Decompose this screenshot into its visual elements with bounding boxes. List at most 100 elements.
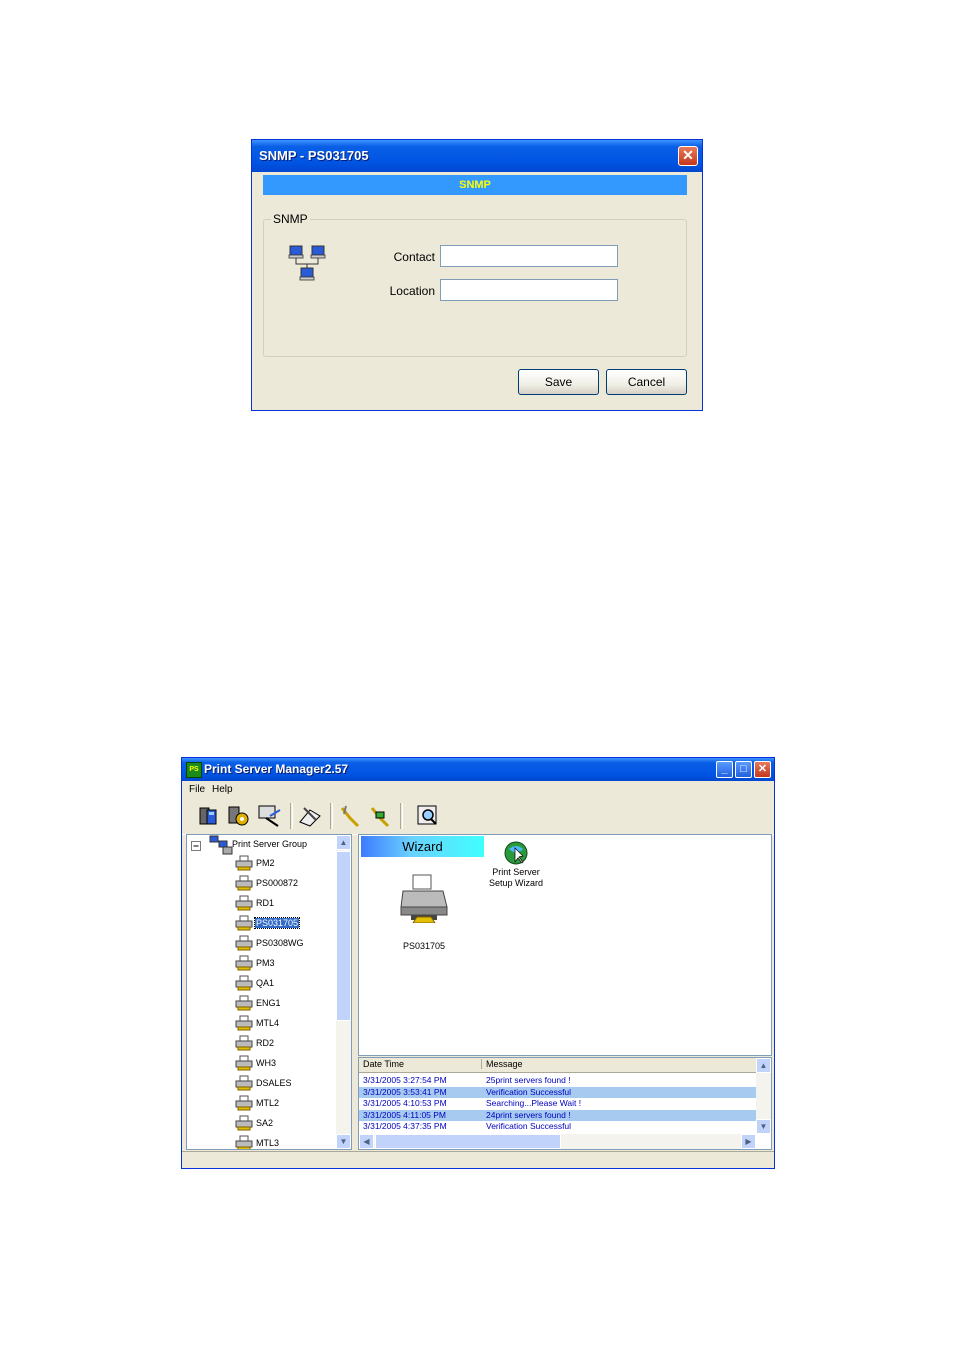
scroll-down-icon[interactable]: ▼ <box>756 1119 771 1134</box>
printer-icon <box>235 1135 253 1149</box>
configure-icon[interactable] <box>224 802 252 830</box>
printer-icon <box>235 915 253 931</box>
dialog-title-bar[interactable]: SNMP - PS031705 ✕ <box>252 140 702 172</box>
printer-icon <box>235 1075 253 1091</box>
log-row[interactable]: 3/31/2005 4:11:05 PM 24print servers foun… <box>359 1109 756 1121</box>
close-icon[interactable]: ✕ <box>754 761 771 778</box>
printer-label[interactable]: PS031705 <box>389 941 459 951</box>
minimize-icon[interactable]: _ <box>716 761 733 778</box>
print-server-tree[interactable]: Print Server Group PM2 PS000872 RD1 PS03170… <box>186 834 352 1150</box>
scroll-thumb[interactable] <box>375 1134 561 1149</box>
app-icon: PS <box>186 762 202 778</box>
printer-icon[interactable] <box>399 873 449 923</box>
scroll-up-icon[interactable]: ▲ <box>756 1058 771 1073</box>
log-time: 3/31/2005 3:53:41 PM <box>363 1086 447 1097</box>
connect-icon[interactable] <box>336 802 364 830</box>
group-label: SNMP <box>271 212 310 226</box>
scroll-down-icon[interactable]: ▼ <box>336 1134 351 1149</box>
disconnect-icon[interactable] <box>366 802 394 830</box>
collapse-icon[interactable] <box>191 841 201 851</box>
dialog-title: SNMP - PS031705 <box>259 148 369 163</box>
printer-icon <box>235 875 253 891</box>
printer-icon <box>235 1095 253 1111</box>
printer-icon <box>235 1115 253 1131</box>
tree-item[interactable]: PS0308WG <box>255 938 305 948</box>
log-vscrollbar[interactable]: ▲ ▼ <box>756 1058 771 1134</box>
column-date-time[interactable]: Date Time <box>363 1059 404 1069</box>
search-network-icon[interactable] <box>256 802 284 830</box>
tree-item[interactable]: MTL3 <box>255 1138 280 1148</box>
tree-item[interactable]: DSALES <box>255 1078 293 1088</box>
snmp-group: SNMP Contact Location <box>263 212 687 357</box>
printer-icon <box>235 955 253 971</box>
tree-item[interactable]: WH3 <box>255 1058 277 1068</box>
cancel-button[interactable]: Cancel <box>606 369 687 395</box>
menu-help[interactable]: Help <box>212 784 233 795</box>
log-message: Searching...Please Wait ! <box>486 1098 582 1108</box>
log-row[interactable]: 3/31/2005 3:27:54 PM 25print servers foun… <box>359 1075 756 1086</box>
toolbar-separator <box>330 803 333 829</box>
log-time: 3/31/2005 3:27:54 PM <box>363 1075 447 1085</box>
log-time: 3/31/2005 4:11:05 PM <box>363 1109 447 1120</box>
tree-item[interactable]: RD2 <box>255 1038 275 1048</box>
log-row[interactable]: 3/31/2005 4:10:53 PM Searching...Please W… <box>359 1098 756 1109</box>
menu-file[interactable]: File <box>189 784 205 795</box>
printer-icon <box>235 855 253 871</box>
location-label: Location <box>389 284 435 298</box>
snmp-banner: SNMP <box>263 175 687 195</box>
scroll-thumb[interactable] <box>336 851 351 1021</box>
network-computers-icon <box>288 245 326 281</box>
tree-root-label[interactable]: Print Server Group <box>232 839 307 849</box>
tree-item[interactable]: MTL4 <box>255 1018 280 1028</box>
printer-icon <box>235 1055 253 1071</box>
content-pane: Wizard Print Server Setup Wizard PS03170… <box>358 834 772 1056</box>
setup-wizard-icon[interactable] <box>503 840 529 866</box>
scroll-up-icon[interactable]: ▲ <box>336 835 351 850</box>
scroll-right-icon[interactable]: ▶ <box>741 1134 756 1149</box>
tree-item[interactable]: MTL2 <box>255 1098 280 1108</box>
printer-icon <box>235 935 253 951</box>
print-server-manager-window: PS Print Server Manager2.57 _ □ ✕ File H… <box>181 757 775 1169</box>
wizard-tab[interactable]: Wizard <box>361 836 484 857</box>
printer-icon <box>235 1035 253 1051</box>
server-group-icon <box>209 835 233 855</box>
window-title: Print Server Manager2.57 <box>204 762 349 776</box>
edit-icon[interactable] <box>296 802 324 830</box>
close-icon[interactable]: ✕ <box>678 146 698 166</box>
tree-item[interactable]: PM3 <box>255 958 276 968</box>
save-button[interactable]: Save <box>518 369 599 395</box>
tree-item[interactable]: PS031705 <box>253 917 301 929</box>
log-row[interactable]: 3/31/2005 3:53:41 PM Verification Success… <box>359 1086 756 1098</box>
toolbar-separator <box>400 803 403 829</box>
status-bar <box>182 1151 774 1168</box>
snmp-dialog: SNMP - PS031705 ✕ SNMP SNMP Contact Loca… <box>251 139 703 411</box>
tree-item[interactable]: PS000872 <box>255 878 299 888</box>
printer-icon <box>235 975 253 991</box>
maximize-icon[interactable]: □ <box>735 761 752 778</box>
location-field[interactable] <box>440 279 618 301</box>
window-title-bar[interactable]: PS Print Server Manager2.57 _ □ ✕ <box>182 758 774 781</box>
log-hscrollbar[interactable]: ◀ ▶ <box>359 1134 756 1149</box>
log-list: Date Time Message 3/31/2005 3:27:54 PM 25… <box>358 1057 772 1150</box>
log-time: 3/31/2005 4:10:53 PM <box>363 1098 447 1108</box>
tree-item[interactable]: RD1 <box>255 898 275 908</box>
tree-scrollbar[interactable]: ▲ ▼ <box>336 835 351 1149</box>
printer-icon <box>235 995 253 1011</box>
printer-icon <box>235 895 253 911</box>
log-message: Verification Successful <box>486 1121 572 1131</box>
menu-bar: File Help <box>182 781 774 798</box>
tree-item[interactable]: QA1 <box>255 978 275 988</box>
scroll-left-icon[interactable]: ◀ <box>359 1134 374 1149</box>
contact-field[interactable] <box>440 245 618 267</box>
log-row[interactable]: 3/31/2005 4:37:35 PM Verification Success… <box>359 1121 756 1132</box>
tree-item[interactable]: ENG1 <box>255 998 282 1008</box>
find-icon[interactable] <box>414 802 442 830</box>
toolbar <box>182 798 774 835</box>
server-icon[interactable] <box>194 802 222 830</box>
column-message[interactable]: Message <box>481 1059 523 1069</box>
log-header: Date Time Message <box>359 1058 756 1073</box>
setup-wizard-label[interactable]: Print Server Setup Wizard <box>475 867 557 889</box>
contact-label: Contact <box>393 250 435 264</box>
tree-item[interactable]: PM2 <box>255 858 276 868</box>
tree-item[interactable]: SA2 <box>255 1118 274 1128</box>
